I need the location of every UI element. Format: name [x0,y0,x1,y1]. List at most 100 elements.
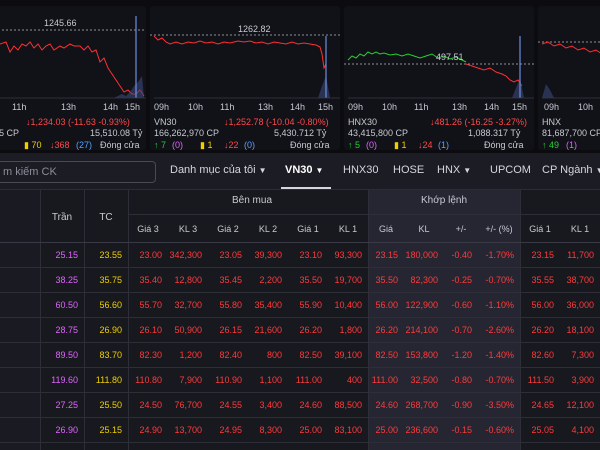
change-header: +/- [455,224,467,234]
bid-volume-1: 93,300 [334,250,362,260]
ask-price-1-header: Giá 1 [529,224,551,234]
tab-hnx[interactable]: HNX ▼ [437,164,471,176]
ceiling-price: 25.15 [55,250,78,260]
ask-price-1: 25.05 [531,425,554,435]
ceiling-price: 27.25 [55,400,78,410]
tab-label: VN30 [285,164,313,176]
ceiling-price: 26.90 [55,425,78,435]
tab-my-watchlist[interactable]: Danh mục của tôi ▼ [170,164,267,176]
time-label: 14h [103,102,119,112]
floor-count: (1) [438,140,449,150]
index-change-text: 1,252.78 (-10.04 -0.80%) [228,117,329,127]
bid-price-3: 24.90 [139,425,162,435]
table-row[interactable]: 60.50 56.60 55.70 32,700 55.80 35,400 55.90 10,… [0,293,600,318]
bid-price-2: 24.95 [219,425,242,435]
floor-count: (0) [244,140,255,150]
bid-volume-3: 12,800 [174,275,202,285]
up-count-value: 7 [161,140,167,150]
reference-header: TC [99,212,113,223]
volume-text: 35 CP [0,128,20,138]
bid-volume-3: 50,900 [174,325,202,335]
tab-upcom[interactable]: UPCOM [490,164,531,176]
match-volume-header: KL [418,224,430,234]
index-change-text: 481.26 (-16.25 -3.27%) [434,117,528,127]
bid-price-3: 24.50 [139,400,162,410]
up-count: ↑ 49 [542,140,560,150]
table-row[interactable]: 28.75 26.90 26.10 50,900 26.15 21,600 26.20 1,8… [0,318,600,343]
ask-price-1: 35.55 [531,275,554,285]
tab-hose[interactable]: HOSE [393,164,424,176]
ref-count: ▮ 1 [200,140,213,150]
price-change: -0.70 [451,325,472,335]
tab-industry[interactable]: CP Ngành ▼ [542,164,600,176]
match-price: 82.50 [375,350,398,360]
index-name: HNX30 [348,117,378,127]
time-label: 13h [258,102,274,112]
bid-price-2: 24.55 [219,400,242,410]
match-volume: 214,100 [405,325,438,335]
stock-search-input[interactable] [0,162,155,182]
index-panel-2[interactable]: 1262.82 09h 10h 11h 13h 14h 15h VN30 ↓1,… [150,6,340,150]
index-chart-strip: 1245.66 11h 13h 14h 15h ↓1,234.03 (-11.6… [0,0,600,153]
index-panel-1[interactable]: 1245.66 11h 13h 14h 15h ↓1,234.03 (-11.6… [0,6,146,150]
bid-price-1: 25.00 [299,425,322,435]
ceiling-price: 28.75 [55,325,78,335]
ask-volume-1: 3,900 [571,375,594,385]
bid-price-3: 110.80 [135,375,162,385]
time-label: 11h [220,102,235,112]
chevron-down-icon: ▼ [258,166,267,175]
volume-text: 43,415,800 CP [348,128,409,138]
time-label: 11h [12,102,27,112]
match-price: 56.00 [375,300,398,310]
table-row[interactable]: 27.25 25.50 24.50 76,700 24.55 3,400 24.60 88,5… [0,393,600,418]
bid-price-1: 55.90 [299,300,322,310]
ask-volume-1: 4,100 [571,425,594,435]
ref-count: ▮ 1 [394,140,407,150]
ask-volume-1: 38,700 [566,275,594,285]
time-label: 09h [154,102,170,112]
time-label: 11h [414,102,429,112]
bid-price-3: 23.00 [139,250,162,260]
tab-label: CP Ngành [542,164,593,176]
time-label: 10h [382,102,398,112]
bid-volume-3: 1,200 [179,350,202,360]
match-volume: 122,900 [405,300,438,310]
row-divider [0,442,600,443]
bid-price-1: 23.10 [299,250,322,260]
match-volume: 236,600 [405,425,438,435]
index-change: ↓1,234.03 (-11.63 -0.93%) [26,117,130,127]
tab-hnx30[interactable]: HNX30 [343,164,378,176]
table-row[interactable]: 119.60 111.80 110.80 7,900 110.90 1,100 111.00… [0,368,600,393]
bid-volume-3: 32,700 [174,300,202,310]
table-row[interactable]: 26.90 25.15 24.90 13,700 24.95 8,300 25.00 83,1… [0,418,600,443]
price-change: -0.80 [451,375,472,385]
match-volume: 153,800 [405,350,438,360]
time-label: 14h [290,102,306,112]
tab-vn30[interactable]: VN30 ▼ [285,164,323,176]
index-name: HNX [542,117,562,127]
up-count-value: 70 [31,140,42,150]
ceiling-price: 89.50 [55,350,78,360]
ask-volume-1: 7,300 [571,350,594,360]
bid-volume-1-header: KL 1 [338,224,358,234]
price-change: -0.60 [451,300,472,310]
index-panel-3[interactable]: 497.51 09h 10h 11h 13h 14h 15h HNX30 ↓48… [344,6,534,150]
up-count: ↑ 5 [348,140,361,150]
match-price: 23.15 [375,250,398,260]
ask-price-1: 23.15 [531,250,554,260]
ceiling-price: 119.60 [51,375,78,385]
volume-text: 166,262,970 CP [154,128,220,138]
value-text: 1,088.317 Tỷ [468,128,521,138]
down-count: ↓368 [50,140,70,150]
tab-label: Danh mục của tôi [170,164,256,176]
price-change-percent: -0.70% [485,375,514,385]
stock-search-box[interactable] [0,161,156,183]
bid-volume-2: 2,200 [259,275,282,285]
table-row[interactable]: 25.15 23.55 23.00 342,300 23.05 39,300 23.10 93… [0,243,600,268]
bid-volume-2-header: KL 2 [258,224,278,234]
market-status: Đóng cửa [484,140,524,150]
table-row[interactable]: 89.50 83.70 82.30 1,200 82.40 800 82.50 39,100 8… [0,343,600,368]
table-row[interactable]: 38.25 35.75 35.40 12,800 35.45 2,200 35.50 19,7… [0,268,600,293]
index-panel-4[interactable]: 09h 10h HNX 81,687,700 CP ↑ 49 (1) [538,6,600,150]
time-label: 13h [61,102,77,112]
